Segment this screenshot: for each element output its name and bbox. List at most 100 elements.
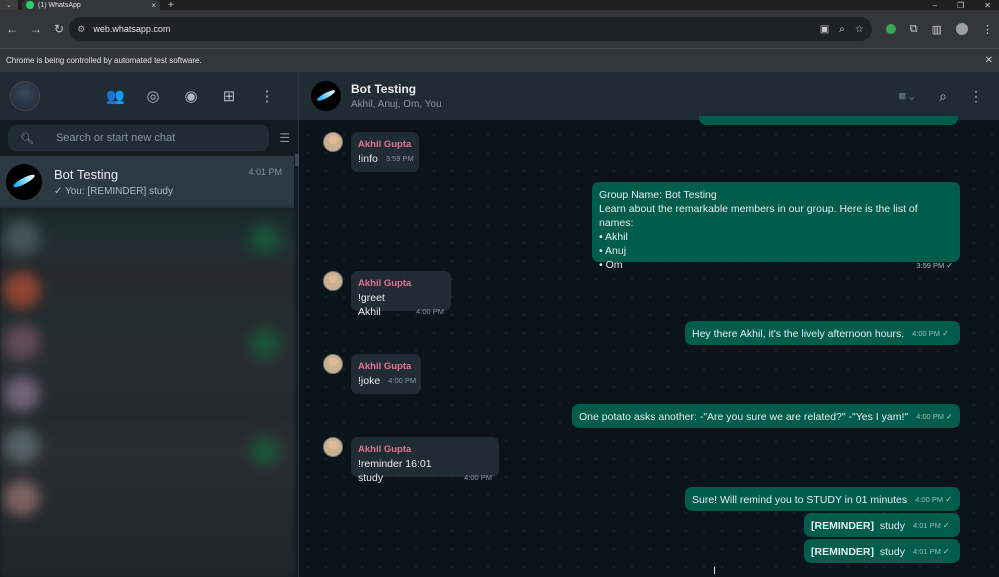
- message-time: 4:00 PM: [464, 473, 492, 482]
- message-bold-text: [REMINDER]: [811, 546, 874, 558]
- read-tick-icon: ✓: [946, 412, 953, 421]
- tab-title: (1) WhatsApp: [38, 1, 81, 9]
- url-text: web.whatsapp.com: [93, 24, 171, 34]
- back-icon[interactable]: ←: [6, 22, 18, 36]
- conversation-panel: Bot Testing Akhil, Anuj, Om, You ■⌄ ⌕ ⋮ …: [299, 72, 999, 577]
- profile-avatar-icon[interactable]: [956, 23, 968, 35]
- message-text: !joke: [358, 375, 381, 387]
- message-line: • Anuj: [599, 245, 627, 257]
- my-profile-avatar[interactable]: [10, 81, 40, 111]
- message-bubble-partial: [699, 116, 958, 125]
- browser-tab[interactable]: (1) WhatsApp ×: [22, 0, 160, 10]
- chrome-menu-icon[interactable]: ⋮: [982, 23, 993, 36]
- sender-name[interactable]: Akhil Gupta: [358, 360, 414, 374]
- text-cursor-icon: I: [713, 565, 717, 577]
- automation-infobar: Chrome is being controlled by automated …: [0, 48, 999, 72]
- message-text: One potato asks another: -"Are you sure …: [579, 411, 909, 423]
- group-info[interactable]: Bot Testing Akhil, Anuj, Om, You: [351, 82, 442, 110]
- chat-list-sidebar: 👥 ◎ ◉ ⊞ ⋮ 🔍︎ ☰ Bot Testing 4:01 PM ✓ You…: [0, 72, 299, 577]
- message-text: !greet Akhil: [358, 292, 385, 318]
- search-input[interactable]: [55, 132, 246, 144]
- window-controls: – ❐ ✕: [933, 0, 999, 10]
- message-time: 4:00 PM: [416, 307, 444, 316]
- channels-icon[interactable]: ◉: [182, 87, 200, 105]
- message-bold-text: [REMINDER]: [811, 520, 874, 532]
- new-tab-button[interactable]: +: [168, 0, 174, 11]
- extension-shield-icon[interactable]: [885, 24, 896, 34]
- sender-avatar[interactable]: [323, 354, 343, 374]
- search-icon: 🔍︎: [20, 132, 34, 145]
- video-call-icon[interactable]: ■⌄: [898, 88, 917, 104]
- message-line: • Akhil: [599, 231, 628, 243]
- chat-time: 4:01 PM: [248, 167, 282, 177]
- message-line: • Om: [599, 259, 623, 271]
- message-text: !info: [358, 153, 378, 165]
- message-time: 4:01 PM: [912, 521, 941, 530]
- menu-icon[interactable]: ⋮: [969, 88, 983, 105]
- sender-avatar[interactable]: [323, 437, 343, 457]
- infobar-close-icon[interactable]: ✕: [985, 55, 993, 66]
- chat-avatar: [6, 164, 42, 200]
- message-time: 4:00 PM: [916, 412, 945, 421]
- reload-icon[interactable]: ↻: [54, 22, 64, 36]
- community-icon[interactable]: 👥: [106, 87, 125, 105]
- message-bubble-in[interactable]: Akhil Gupta !info 3:59 PM: [351, 132, 419, 172]
- message-bubble-out[interactable]: Sure! Will remind you to STUDY in 01 min…: [685, 487, 960, 511]
- group-name: Bot Testing: [351, 82, 417, 96]
- message-bubble-in[interactable]: Akhil Gupta !greet Akhil 4:00 PM: [351, 271, 451, 318]
- conversation-header[interactable]: Bot Testing Akhil, Anuj, Om, You ■⌄ ⌕ ⋮: [299, 72, 999, 120]
- message-bubble-out[interactable]: [REMINDER] study 4:01 PM ✓: [804, 539, 960, 563]
- search-box: 🔍︎: [8, 125, 270, 151]
- message-text: Hey there Akhil, it's the lively afterno…: [692, 328, 905, 340]
- bookmark-star-icon[interactable]: ☆: [855, 24, 864, 35]
- message-bubble-in[interactable]: Akhil Gupta !reminder 16:01 study 4:00 PM: [351, 437, 499, 484]
- message-time: 4:00 PM: [912, 329, 941, 338]
- message-bubble-out[interactable]: One potato asks another: -"Are you sure …: [572, 404, 960, 428]
- sender-name[interactable]: Akhil Gupta: [358, 277, 444, 291]
- message-text: Sure! Will remind you to STUDY in 01 min…: [692, 494, 908, 506]
- new-chat-icon[interactable]: ⊞: [220, 87, 238, 105]
- message-text: study: [879, 546, 905, 558]
- restore-icon[interactable]: ❐: [957, 1, 964, 10]
- status-icon[interactable]: ◎: [144, 87, 162, 105]
- message-time: 3:59 PM: [385, 154, 414, 163]
- whatsapp-app: 👥 ◎ ◉ ⊞ ⋮ 🔍︎ ☰ Bot Testing 4:01 PM ✓ You…: [0, 72, 999, 577]
- message-time: 4:00 PM: [915, 495, 944, 504]
- tab-close-icon[interactable]: ×: [151, 1, 156, 10]
- side-panel-icon[interactable]: ▥: [932, 23, 942, 36]
- message-bubble-out[interactable]: Hey there Akhil, it's the lively afterno…: [685, 321, 960, 345]
- conversation-header-icons: ■⌄ ⌕ ⋮: [898, 88, 983, 105]
- minimize-icon[interactable]: –: [933, 1, 937, 10]
- read-tick-icon: ✓: [942, 329, 949, 338]
- site-info-icon[interactable]: ⚙: [77, 24, 85, 35]
- read-tick-icon: ✓: [942, 547, 950, 556]
- message-bubble-out[interactable]: [REMINDER] study 4:01 PM ✓: [804, 513, 960, 537]
- extensions-puzzle-icon[interactable]: ⧉: [910, 23, 918, 36]
- search-icon[interactable]: ⌕: [939, 88, 947, 105]
- group-avatar[interactable]: [311, 81, 341, 111]
- sender-avatar[interactable]: [323, 132, 343, 152]
- install-app-icon[interactable]: ▣: [820, 24, 829, 35]
- forward-icon[interactable]: →: [30, 22, 42, 36]
- tab-search-button[interactable]: ⌄: [0, 0, 18, 10]
- message-bubble-in[interactable]: Akhil Gupta !joke 4:00 PM: [351, 354, 421, 394]
- chat-list-item[interactable]: Bot Testing 4:01 PM ✓ You: [REMINDER] st…: [0, 156, 294, 208]
- chat-name: Bot Testing: [54, 167, 119, 182]
- address-bar[interactable]: ⚙ web.whatsapp.com ▣ ⌕ ☆: [69, 17, 872, 41]
- whatsapp-favicon-icon: [26, 1, 34, 9]
- filter-icon[interactable]: ☰: [279, 131, 290, 145]
- message-time: 4:01 PM: [912, 547, 941, 556]
- chat-preview: ✓ You: [REMINDER] study: [54, 186, 173, 197]
- menu-icon[interactable]: ⋮: [258, 87, 276, 105]
- sender-name[interactable]: Akhil Gupta: [358, 138, 412, 152]
- extensions-area: ⧉ ▥ ⋮: [885, 23, 993, 36]
- message-bubble-out[interactable]: Group Name: Bot Testing Learn about the …: [592, 182, 960, 271]
- group-members: Akhil, Anuj, Om, You: [351, 99, 442, 110]
- sender-avatar[interactable]: [323, 271, 343, 291]
- zoom-icon[interactable]: ⌕: [839, 24, 845, 35]
- blurred-chat-list: [0, 208, 295, 577]
- window-close-icon[interactable]: ✕: [984, 1, 991, 10]
- read-tick-icon: ✓: [942, 521, 950, 530]
- sender-name[interactable]: Akhil Gupta: [358, 443, 492, 457]
- chat-text: Bot Testing 4:01 PM ✓ You: [REMINDER] st…: [54, 167, 288, 197]
